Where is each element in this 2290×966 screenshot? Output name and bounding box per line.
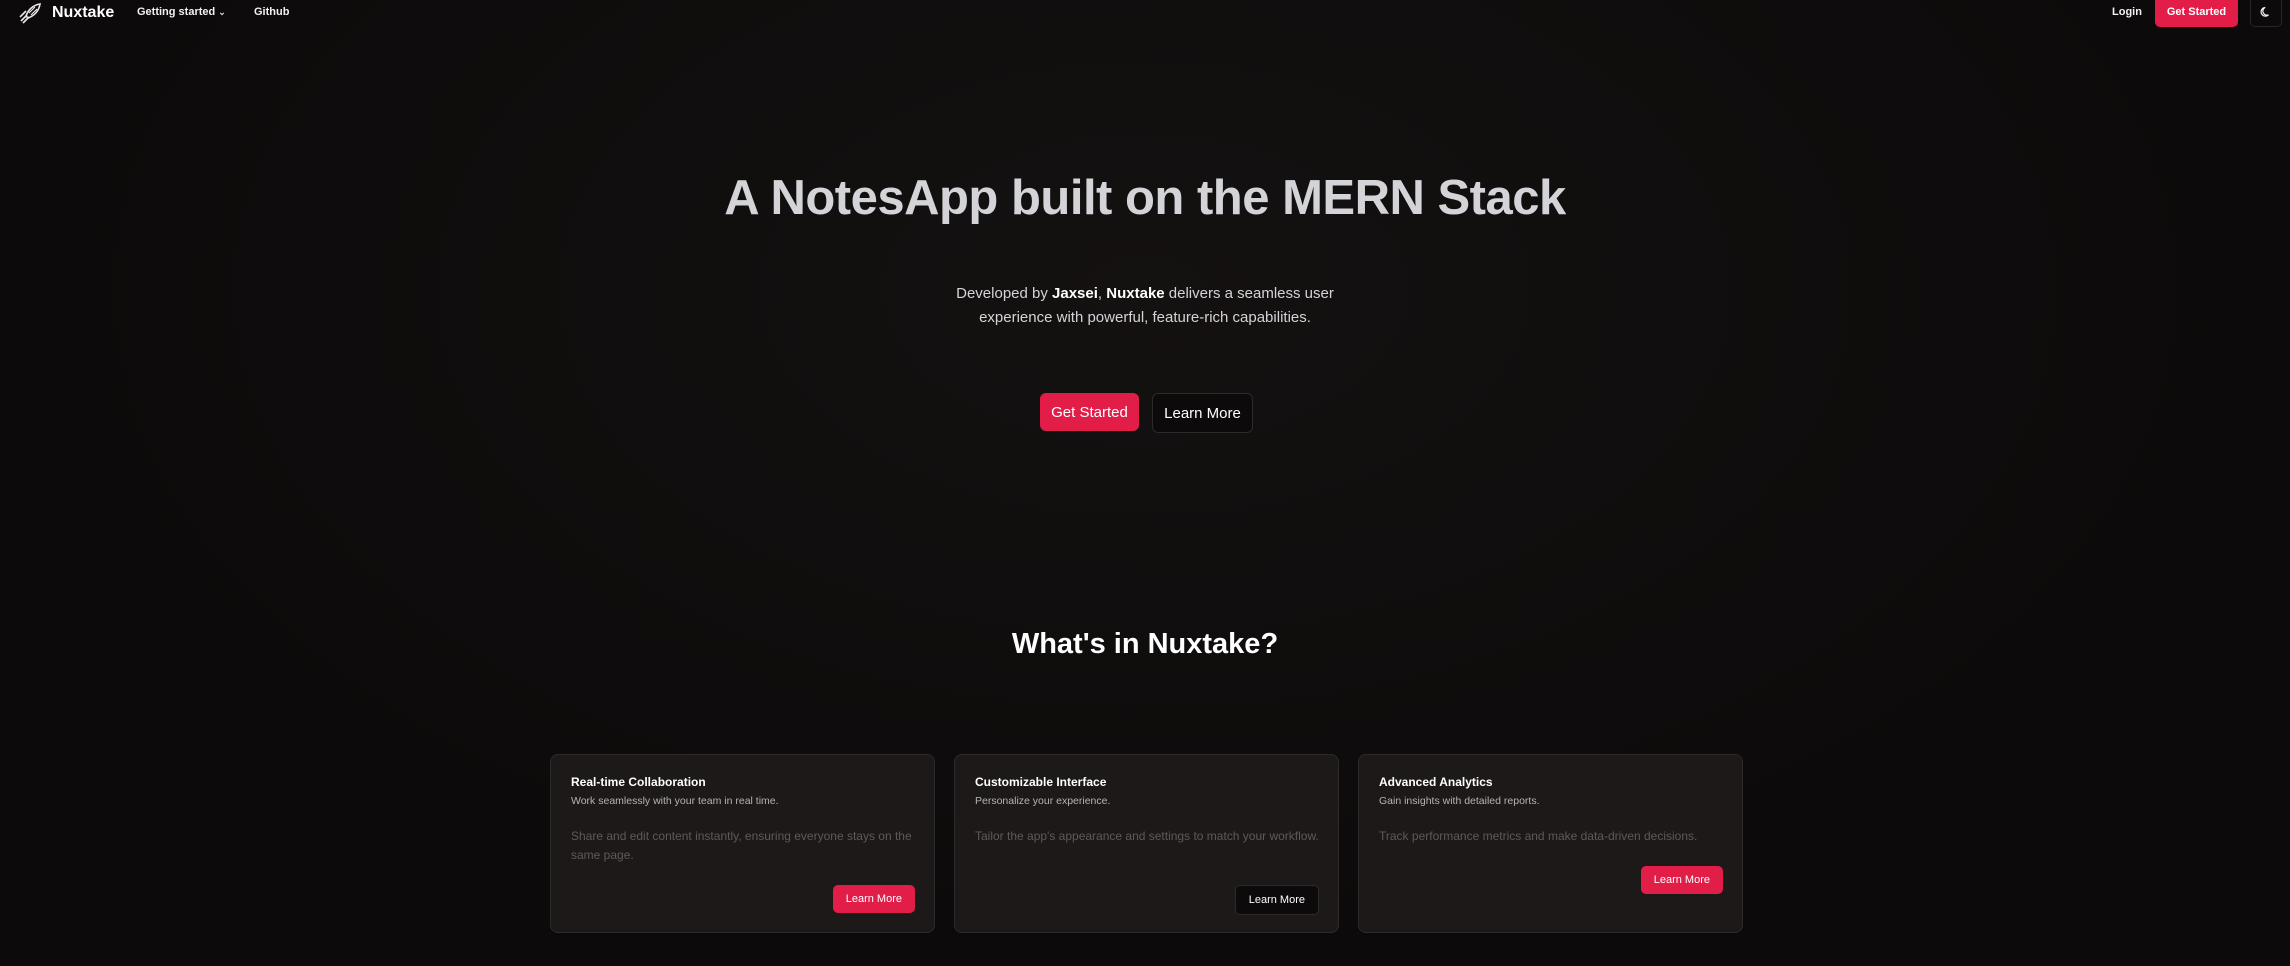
- feature-learn-more-button[interactable]: Learn More: [832, 885, 915, 913]
- hero-desc-author: Jaxsei: [1052, 285, 1098, 302]
- hero-description: Developed by Jaxsei, Nuxtake delivers a …: [945, 282, 1345, 330]
- nav-github-label: Github: [254, 6, 290, 18]
- navbar: Nuxtake Getting started ⌄ Github Login G…: [0, 0, 2290, 27]
- brand-name: Nuxtake: [52, 4, 115, 21]
- hero-desc-sep: ,: [1097, 285, 1107, 302]
- moon-icon: [2260, 6, 2269, 17]
- feature-card-subtitle: Personalize your experience.: [975, 795, 1111, 807]
- feature-card-analytics: Advanced Analytics Gain insights with de…: [1358, 754, 1743, 933]
- feature-card-title: Customizable Interface: [975, 775, 1107, 789]
- hero-desc-brand: Nuxtake: [1106, 285, 1165, 302]
- feature-card-subtitle: Gain insights with detailed reports.: [1379, 795, 1540, 807]
- feature-card-customizable: Customizable Interface Personalize your …: [954, 754, 1339, 933]
- rocket-logo-icon: [19, 3, 41, 24]
- nav-getting-started[interactable]: Getting started ⌄: [137, 6, 226, 18]
- feature-card-title: Advanced Analytics: [1379, 775, 1493, 789]
- feature-card-subtitle: Work seamlessly with your team in real t…: [571, 795, 779, 807]
- theme-toggle-button[interactable]: [2250, 0, 2282, 27]
- features-heading: What's in Nuxtake?: [1011, 628, 1279, 660]
- hero-title: A NotesApp built on the MERN Stack: [724, 171, 1566, 225]
- nav-github[interactable]: Github: [254, 6, 289, 18]
- feature-card-body: Track performance metrics and make data-…: [1379, 829, 1698, 843]
- feature-learn-more-button[interactable]: Learn More: [1640, 866, 1723, 894]
- login-link[interactable]: Login: [2112, 6, 2142, 18]
- hero-learn-more-button[interactable]: Learn More: [1152, 393, 1253, 433]
- feature-card-body: Share and edit content instantly, ensuri…: [571, 829, 912, 862]
- feature-card-collaboration: Real-time Collaboration Work seamlessly …: [550, 754, 935, 933]
- chevron-down-icon: ⌄: [218, 6, 226, 17]
- hero-desc-pre: Developed by: [956, 285, 1053, 302]
- nav-get-started-button[interactable]: Get Started: [2155, 0, 2238, 27]
- hero-get-started-button[interactable]: Get Started: [1040, 393, 1139, 431]
- feature-learn-more-button[interactable]: Learn More: [1234, 885, 1319, 915]
- feature-card-title: Real-time Collaboration: [571, 775, 706, 789]
- feature-card-body: Tailor the app's appearance and settings…: [975, 829, 1319, 843]
- nav-getting-started-label: Getting started: [137, 6, 216, 18]
- brand-logo-link[interactable]: Nuxtake: [18, 2, 114, 24]
